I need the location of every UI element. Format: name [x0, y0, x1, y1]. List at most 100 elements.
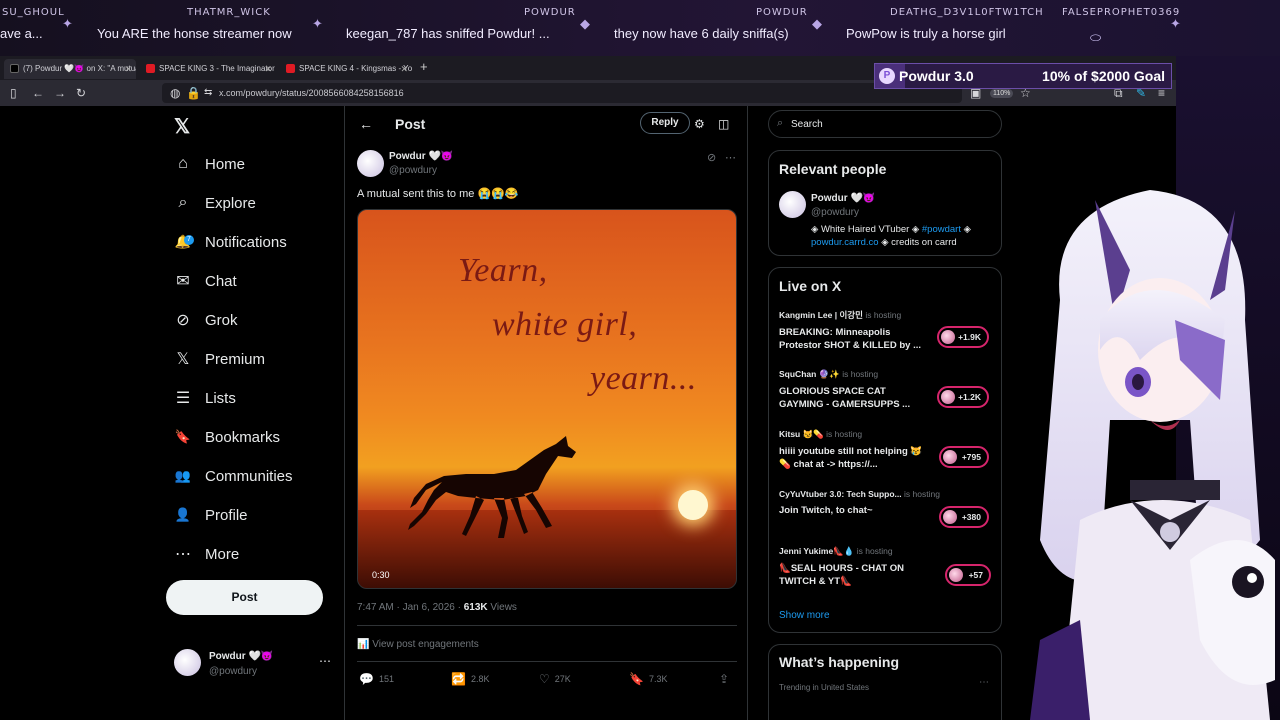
tab-label: (7) Powdur 🤍😈 on X: "A mutual [23, 64, 136, 73]
more-icon[interactable]: ⋯ [319, 654, 331, 668]
browser-tab[interactable]: SPACE KING 3 - The Imaginator ✕ [140, 59, 276, 79]
x-logo-icon[interactable]: 𝕏 [174, 114, 190, 139]
like-action[interactable]: ♡ 27K [539, 672, 571, 686]
person-avatar[interactable] [779, 191, 806, 218]
sidebar-item-communities[interactable]: 👥 Communities [174, 461, 293, 491]
sidebar-item-label: Bookmarks [205, 428, 281, 446]
sidebar-item-explore[interactable]: ⌕ Explore [174, 188, 256, 218]
ticker-message: keegan_787 has sniffed Powdur! ... [346, 26, 550, 41]
reply-action[interactable]: 💬 151 [359, 672, 394, 686]
sidebar-item-profile[interactable]: 👤 Profile [174, 500, 248, 530]
permissions-icon[interactable]: ⇆ [204, 87, 212, 98]
repost-icon: 🔁 [451, 672, 466, 686]
hashtag-link[interactable]: #powdart [922, 224, 961, 235]
live-title: 👠SEAL HOURS - CHAT ON TWITCH & YT👠 [779, 563, 904, 587]
sidebar-item-label: Profile [205, 506, 248, 524]
repost-count: 2.8K [470, 674, 490, 684]
url-text[interactable]: x.com/powdury/status/2008566084258156816 [219, 88, 404, 98]
close-icon[interactable]: ✕ [264, 64, 272, 75]
more-icon[interactable]: ⋯ [725, 151, 736, 164]
video-duration: 0:30 [372, 570, 390, 580]
sidebar-item-grok[interactable]: ⊘ Grok [174, 305, 237, 335]
sidebar-item-premium[interactable]: 𝕏 Premium [174, 344, 265, 374]
browser-tab[interactable]: (7) Powdur 🤍😈 on X: "A mutual ✕ [4, 59, 136, 79]
post-timestamp[interactable]: 7:47 AM · Jan 6, 2026 · [357, 602, 464, 613]
post-button[interactable]: Post [166, 580, 323, 615]
sidebar-item-notifications[interactable]: 🔔 7 Notifications [174, 227, 287, 257]
back-arrow-icon[interactable]: ← [359, 116, 373, 132]
ticker-username: POWDUR [524, 7, 576, 18]
close-icon[interactable]: ✕ [400, 64, 408, 75]
views-label: Views [487, 602, 517, 613]
sidebar-toggle-icon[interactable]: ▯ [10, 86, 17, 100]
goal-name: Powdur 3.0 [899, 68, 974, 84]
sidebar-item-label: Notifications [205, 233, 287, 251]
sidebar-item-lists[interactable]: ☰ Lists [174, 383, 236, 413]
reply-button[interactable]: Reply [640, 112, 690, 134]
reply-icon: 💬 [359, 672, 374, 686]
relevant-people-card: Relevant people Powdur 🤍😈 @powdury ◈ Whi… [768, 150, 1002, 256]
profile-link[interactable]: powdur.carrd.co [811, 237, 879, 248]
close-icon[interactable]: ✕ [124, 64, 132, 75]
back-icon[interactable]: ← [32, 86, 44, 100]
live-status: is hosting [826, 429, 863, 439]
list-icon: ☰ [175, 390, 191, 407]
sidebar-item-home[interactable]: ⌂ Home [174, 149, 245, 179]
live-title: Join Twitch, to chat~ [779, 505, 873, 516]
author-name[interactable]: Powdur 🤍😈 [389, 151, 453, 162]
avatar [949, 568, 963, 582]
live-status: is hosting [865, 310, 902, 320]
more-icon[interactable]: ⋯ [979, 677, 989, 688]
shield-icon[interactable]: ◍ [170, 86, 180, 100]
live-listener-pill[interactable]: +795 [939, 446, 989, 468]
search-placeholder: Search [791, 119, 823, 130]
live-listener-pill[interactable]: +380 [939, 506, 989, 528]
author-avatar[interactable] [357, 150, 384, 177]
search-icon: ⌕ [178, 194, 188, 211]
browser-tab[interactable]: SPACE KING 4 - Kingsmas - You ✕ [280, 59, 412, 79]
sidebar-item-bookmarks[interactable]: 🔖 Bookmarks [174, 422, 280, 452]
sidebar-item-chat[interactable]: ✉ Chat [174, 266, 237, 296]
grok-icon[interactable]: ⊘ [707, 151, 716, 164]
tab-label: SPACE KING 4 - Kingsmas - You [299, 64, 412, 73]
live-title: GLORIOUS SPACE CAT GAYMING - GAMERSUPPS … [779, 386, 911, 410]
sidebar-item-more[interactable]: ⋯ More [174, 539, 239, 569]
live-item[interactable]: SquChan 🔮✨ is hosting GLORIOUS SPACE CAT… [779, 369, 929, 411]
live-item[interactable]: Jenni Yukime👠💧 is hosting 👠SEAL HOURS - … [779, 546, 929, 588]
person-handle[interactable]: @powdury [811, 207, 859, 218]
sidebar-item-label: More [205, 545, 240, 563]
person-name[interactable]: Powdur 🤍😈 [811, 193, 875, 204]
reader-view-icon[interactable]: ◫ [718, 117, 729, 131]
reload-icon[interactable]: ↻ [76, 86, 86, 100]
show-more-link[interactable]: Show more [779, 610, 830, 621]
sidebar-item-label: Home [205, 155, 246, 173]
forward-icon[interactable]: → [54, 86, 66, 100]
view-engagements-link[interactable]: 📊 View post engagements [357, 639, 479, 650]
image-caption-line: Yearn, [458, 252, 548, 289]
search-input[interactable]: ⌕ Search [768, 110, 1002, 138]
bookmark-action[interactable]: 🔖 7.3K [629, 672, 667, 686]
lock-icon[interactable]: 🔒 [186, 86, 201, 100]
live-host-name: Kitsu 😼💊 [779, 429, 824, 439]
zoom-level[interactable]: 110% [990, 89, 1014, 98]
screen: { "ticker": { "items": [ {"user": "SU_GH… [0, 0, 1280, 720]
author-handle[interactable]: @powdury [389, 165, 437, 176]
live-item[interactable]: Kitsu 😼💊 is hosting hiiii youtube still … [779, 429, 929, 471]
sidebar-item-label: Chat [205, 272, 237, 290]
new-tab-button[interactable]: + [420, 59, 428, 74]
share-action[interactable]: ⇪ [719, 672, 734, 686]
live-item[interactable]: Kangmin Lee | 이강민 is hosting BREAKING: M… [779, 309, 929, 352]
grok-icon: ⊘ [176, 312, 190, 329]
live-listener-pill[interactable]: +1.9K [937, 326, 989, 348]
live-item[interactable]: CyYuVtuber 3.0: Tech Suppo... is hosting… [779, 489, 940, 517]
repost-action[interactable]: 🔁 2.8K [451, 672, 489, 686]
x-favicon-icon [10, 64, 19, 74]
sparkle-icon: ⬭ [1090, 30, 1102, 45]
youtube-icon [286, 64, 295, 74]
live-listener-pill[interactable]: +57 [945, 564, 991, 586]
notification-badge: 7 [184, 235, 194, 245]
post-video[interactable]: Yearn, white girl, yearn... 0:30 [357, 209, 737, 589]
filter-icon[interactable]: ⚙ [694, 117, 705, 131]
live-listener-pill[interactable]: +1.2K [937, 386, 989, 408]
account-avatar[interactable] [174, 649, 201, 676]
